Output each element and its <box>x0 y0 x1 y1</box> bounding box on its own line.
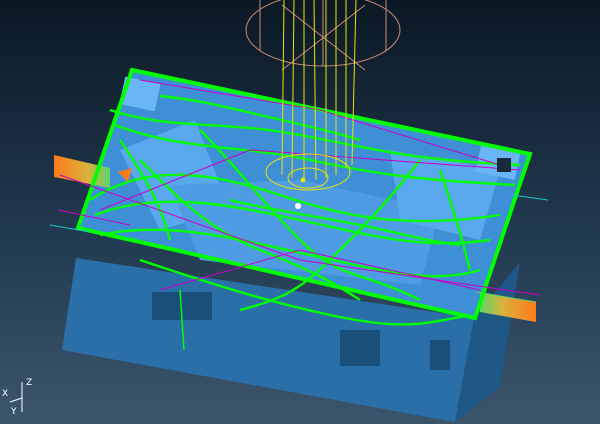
notch-front-right <box>340 330 380 366</box>
cam-3d-viewport[interactable]: Z X Y <box>0 0 600 424</box>
triad-x-label: X <box>2 389 8 399</box>
origin-marker <box>295 203 301 209</box>
tool-holder <box>245 0 401 71</box>
triad-y-label: Y <box>10 407 17 417</box>
notch-front-mid <box>430 340 450 370</box>
workpiece[interactable] <box>62 68 532 422</box>
orientation-triad: Z X Y <box>2 378 32 417</box>
tool-tip-point <box>300 177 306 183</box>
scene-graphics: Z X Y <box>2 0 549 422</box>
triad-x-axis <box>9 397 23 403</box>
corner-label-block <box>497 158 511 172</box>
triad-z-label: Z <box>26 378 32 388</box>
